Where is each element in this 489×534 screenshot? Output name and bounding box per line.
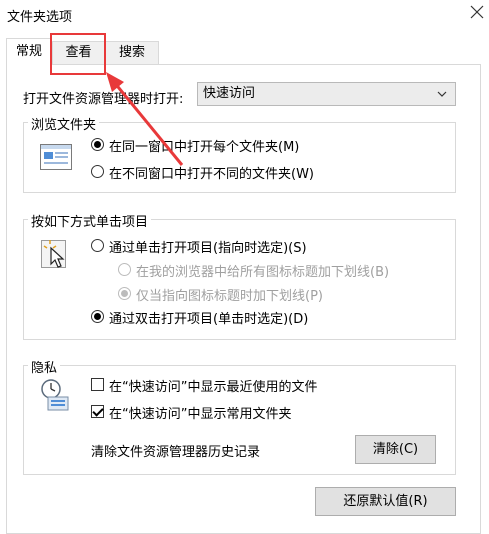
underline-all-label[interactable]: 在我的浏览器中给所有图标标题加下划线(B): [136, 261, 389, 280]
annotation-highlight-box: [50, 33, 106, 75]
show-recent-files-label[interactable]: 在“快速访问”中显示最近使用的文件: [109, 376, 317, 395]
underline-hover-radio[interactable]: [118, 287, 131, 300]
show-recent-files-checkbox[interactable]: [91, 378, 104, 391]
window-title: 文件夹选项: [7, 10, 73, 25]
double-click-label[interactable]: 通过双击打开项目(单击时选定)(D): [109, 308, 308, 327]
window-preview-icon: [40, 144, 72, 170]
show-frequent-folders-label[interactable]: 在“快速访问”中显示常用文件夹: [109, 403, 291, 422]
tab-general[interactable]: 常规: [6, 38, 52, 65]
annotation-arrow-icon: [106, 72, 184, 166]
tab-search[interactable]: 搜索: [105, 41, 159, 65]
privacy-legend: 隐私: [28, 357, 61, 376]
clear-button[interactable]: 清除(C): [355, 435, 436, 464]
browse-folders-legend: 浏览文件夹: [28, 114, 100, 133]
open-explorer-value: 快速访问: [203, 86, 256, 101]
restore-defaults-button[interactable]: 还原默认值(R): [315, 487, 456, 516]
clear-history-label: 清除文件资源管理器历史记录: [91, 445, 261, 460]
show-frequent-folders-checkbox[interactable]: [91, 405, 104, 418]
underline-hover-label[interactable]: 仅当指向图标标题时加下划线(P): [136, 285, 323, 304]
close-icon[interactable]: [468, 3, 486, 21]
double-click-radio[interactable]: [91, 310, 104, 323]
recent-files-icon: [40, 378, 74, 412]
pointer-click-icon: [41, 238, 73, 270]
single-click-label[interactable]: 通过单击打开项目(指向时选定)(S): [109, 237, 307, 256]
open-explorer-select[interactable]: 快速访问: [197, 82, 456, 106]
underline-all-radio[interactable]: [118, 263, 131, 276]
click-items-legend: 按如下方式单击项目: [28, 211, 152, 230]
single-click-radio[interactable]: [91, 239, 104, 252]
chevron-down-icon: [437, 83, 447, 113]
